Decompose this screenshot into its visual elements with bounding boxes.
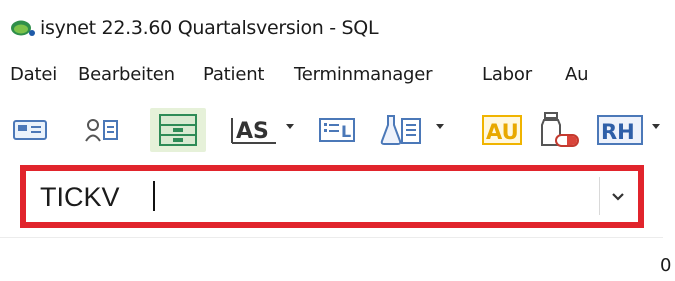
combo-separator bbox=[599, 177, 600, 215]
toolbar-patient-list-button[interactable] bbox=[82, 108, 122, 152]
svg-text:AS: AS bbox=[236, 119, 269, 144]
folder-cabinet-icon bbox=[159, 114, 197, 146]
medication-bottle-icon bbox=[541, 112, 579, 147]
as-dropdown-arrow-icon[interactable] bbox=[286, 124, 294, 129]
menu-item-patient[interactable]: Patient bbox=[203, 64, 264, 85]
patient-search-input[interactable] bbox=[32, 175, 602, 219]
list-document-icon: L bbox=[319, 118, 355, 142]
as-form-icon: AS bbox=[231, 118, 276, 144]
toolbar: AS L AU RH bbox=[0, 100, 663, 162]
toolbar-card-reader-button[interactable] bbox=[10, 108, 50, 152]
menu-item-datei[interactable]: Datei bbox=[10, 64, 57, 85]
au-sick-note-icon: AU bbox=[482, 115, 522, 145]
card-reader-icon bbox=[13, 120, 47, 140]
menu-bar: Datei Bearbeiten Patient Terminmanager L… bbox=[0, 56, 663, 96]
text-cursor bbox=[153, 181, 155, 211]
menu-item-more[interactable]: Au bbox=[565, 64, 589, 85]
lab-flask-document-icon bbox=[380, 115, 421, 145]
title-bar: isynet 22.3.60 Quartalsversion - SQL bbox=[0, 0, 663, 56]
footer-text: 0 bbox=[660, 255, 672, 276]
toolbar-medication-button[interactable] bbox=[536, 108, 584, 152]
lab-dropdown-arrow-icon[interactable] bbox=[436, 124, 444, 129]
toolbar-rh-button[interactable]: RH bbox=[594, 108, 646, 152]
chevron-down-icon bbox=[612, 193, 624, 201]
isynet-logo-icon bbox=[11, 20, 35, 36]
menu-item-terminmanager[interactable]: Terminmanager bbox=[294, 64, 433, 85]
window-title: isynet 22.3.60 Quartalsversion - SQL bbox=[40, 17, 379, 39]
rh-prescription-icon: RH bbox=[597, 115, 643, 145]
toolbar-au-button[interactable]: AU bbox=[480, 108, 524, 152]
toolbar-lab-button[interactable] bbox=[378, 108, 426, 152]
rh-dropdown-arrow-icon[interactable] bbox=[652, 124, 660, 129]
combo-dropdown-button[interactable] bbox=[604, 177, 632, 217]
svg-text:L: L bbox=[341, 122, 351, 141]
toolbar-file-cabinet-button[interactable] bbox=[150, 108, 206, 152]
menu-item-bearbeiten[interactable]: Bearbeiten bbox=[78, 64, 175, 85]
toolbar-list-document-button[interactable]: L bbox=[316, 108, 358, 152]
patient-list-icon bbox=[85, 119, 118, 142]
menu-item-labor[interactable]: Labor bbox=[482, 64, 532, 85]
svg-text:RH: RH bbox=[601, 120, 635, 144]
divider bbox=[0, 237, 663, 238]
patient-search-combobox bbox=[20, 165, 644, 228]
svg-text:AU: AU bbox=[486, 120, 519, 144]
toolbar-as-button[interactable]: AS bbox=[228, 108, 280, 152]
